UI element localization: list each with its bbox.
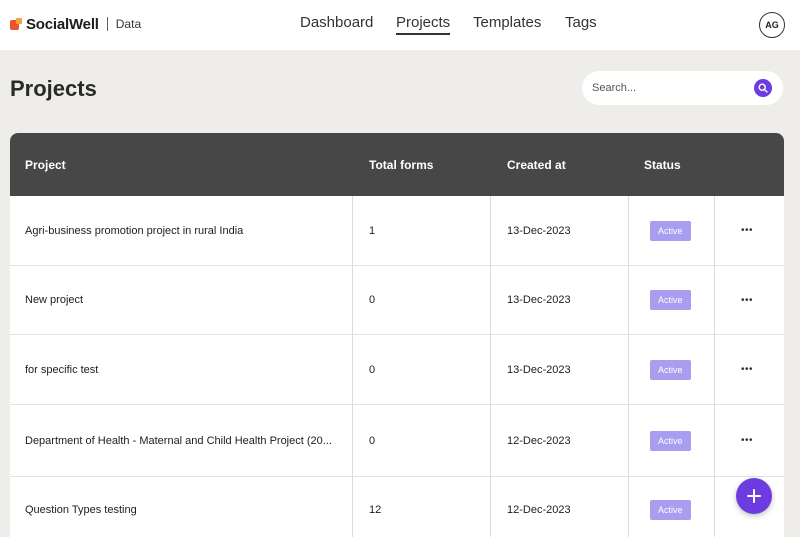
- table-row[interactable]: Question Types testing 12 12-Dec-2023 Ac…: [10, 477, 784, 537]
- project-name[interactable]: for specific test: [25, 335, 345, 404]
- status-badge: Active: [650, 220, 691, 241]
- search-icon: [758, 83, 768, 93]
- project-name[interactable]: Question Types testing: [25, 477, 345, 537]
- total-forms: 12: [369, 504, 382, 516]
- created-at: 12-Dec-2023: [507, 504, 571, 516]
- column-header-created-at[interactable]: Created at: [507, 158, 566, 172]
- total-forms: 0: [369, 294, 376, 306]
- status-badge: Active: [650, 500, 691, 520]
- more-icon[interactable]: •••: [741, 435, 753, 446]
- nav-tags[interactable]: Tags: [565, 14, 597, 31]
- table-header: Project Total forms Created at Status: [10, 133, 784, 196]
- table-row[interactable]: New project 0 13-Dec-2023 Active •••: [10, 266, 784, 335]
- more-icon[interactable]: •••: [741, 225, 753, 236]
- project-name[interactable]: New project: [25, 266, 345, 334]
- more-icon[interactable]: •••: [741, 295, 753, 306]
- status-badge: Active: [650, 359, 691, 380]
- total-forms: 0: [369, 434, 376, 447]
- more-icon[interactable]: •••: [741, 364, 753, 375]
- column-header-project[interactable]: Project: [25, 158, 66, 172]
- created-at: 13-Dec-2023: [507, 294, 571, 306]
- user-avatar[interactable]: AG: [759, 12, 785, 38]
- search-input[interactable]: [592, 79, 742, 97]
- created-at: 13-Dec-2023: [507, 363, 571, 376]
- table-row[interactable]: Agri-business promotion project in rural…: [10, 196, 784, 266]
- table-row[interactable]: Department of Health - Maternal and Chil…: [10, 405, 784, 477]
- nav-projects[interactable]: Projects: [396, 14, 451, 35]
- project-name[interactable]: Agri-business promotion project in rural…: [25, 196, 345, 265]
- status-badge: Active: [650, 290, 691, 310]
- plus-icon: [747, 489, 761, 503]
- column-header-status[interactable]: Status: [644, 158, 681, 172]
- total-forms: 0: [369, 363, 376, 376]
- status-badge: Active: [650, 430, 691, 451]
- project-name[interactable]: Department of Health - Maternal and Chil…: [25, 405, 345, 476]
- search-box: [582, 71, 783, 105]
- main-nav: Dashboard Projects Templates Tags: [0, 14, 800, 36]
- add-project-button[interactable]: [736, 478, 772, 514]
- column-header-total-forms[interactable]: Total forms: [369, 158, 433, 172]
- search-button[interactable]: [754, 79, 772, 97]
- top-navigation-bar: SocialWell Data Dashboard Projects Templ…: [0, 0, 800, 50]
- total-forms: 1: [369, 224, 376, 237]
- created-at: 12-Dec-2023: [507, 434, 571, 447]
- nav-dashboard[interactable]: Dashboard: [300, 14, 373, 31]
- created-at: 13-Dec-2023: [507, 224, 571, 237]
- page-title: Projects: [10, 76, 97, 101]
- projects-table: Project Total forms Created at Status Ag…: [10, 133, 784, 537]
- table-row[interactable]: for specific test 0 13-Dec-2023 Active •…: [10, 335, 784, 405]
- nav-templates[interactable]: Templates: [473, 14, 541, 31]
